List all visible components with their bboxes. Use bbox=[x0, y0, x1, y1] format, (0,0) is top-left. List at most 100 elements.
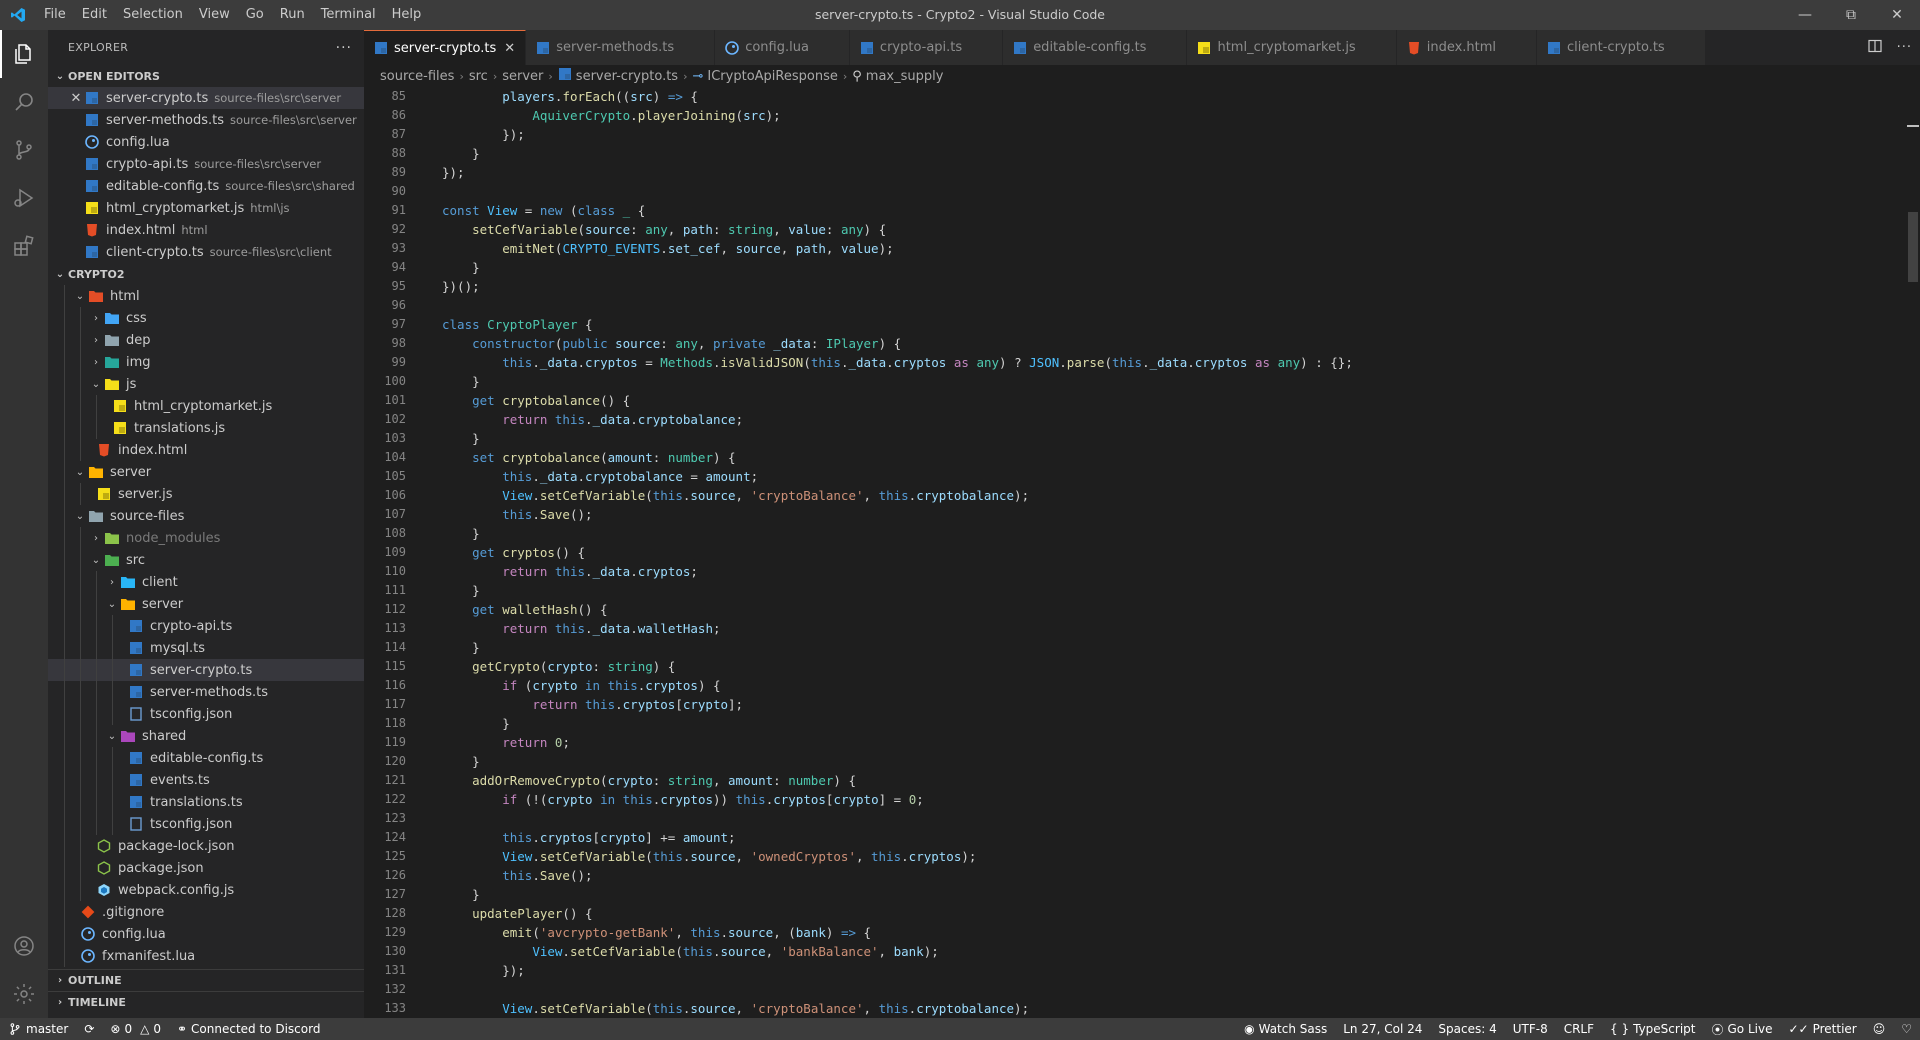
tab-crypto-api-ts[interactable]: crypto-api.ts bbox=[849, 30, 1004, 65]
problems-indicator[interactable]: ⊗ 0 △ 0 bbox=[102, 1018, 169, 1040]
extensions-icon[interactable] bbox=[0, 222, 48, 270]
open-editors-section-header[interactable]: ⌄ OPEN EDITORS bbox=[48, 65, 364, 87]
settings-gear-icon[interactable] bbox=[0, 970, 48, 1018]
sync-button[interactable]: ⟳ bbox=[76, 1018, 102, 1040]
breadcrumb-item[interactable]: server-crypto.ts bbox=[558, 67, 678, 85]
open-editor-item[interactable]: index.html html bbox=[48, 219, 364, 241]
explorer-icon[interactable] bbox=[0, 30, 48, 78]
menu-terminal[interactable]: Terminal bbox=[313, 0, 384, 30]
activity-bar bbox=[0, 30, 48, 1018]
file-item[interactable]: tsconfig.json bbox=[48, 813, 364, 835]
file-item[interactable]: package-lock.json bbox=[48, 835, 364, 857]
open-editor-item[interactable]: html_cryptomarket.js html\js bbox=[48, 197, 364, 219]
file-item[interactable]: config.lua bbox=[48, 923, 364, 945]
file-item[interactable]: events.ts bbox=[48, 769, 364, 791]
breadcrumb-item[interactable]: server bbox=[502, 69, 543, 84]
folder-item[interactable]: ⌄ src bbox=[48, 549, 364, 571]
line-ending[interactable]: CRLF bbox=[1556, 1018, 1602, 1040]
file-item[interactable]: package.json bbox=[48, 857, 364, 879]
account-icon[interactable] bbox=[0, 922, 48, 970]
tab-server-methods-ts[interactable]: server-methods.ts bbox=[526, 30, 716, 65]
code-editor[interactable]: 85 players.forEach((src) => {86 AquiverC… bbox=[364, 87, 1904, 1018]
file-item[interactable]: tsconfig.json bbox=[48, 703, 364, 725]
folder-item[interactable]: ⌄ html bbox=[48, 285, 364, 307]
watch-sass-button[interactable]: ◉ Watch Sass bbox=[1236, 1018, 1335, 1040]
breadcrumb-item[interactable]: ⊸ ICryptoApiResponse bbox=[692, 69, 837, 84]
folder-item[interactable]: › client bbox=[48, 571, 364, 593]
indentation[interactable]: Spaces: 4 bbox=[1430, 1018, 1504, 1040]
file-item[interactable]: index.html bbox=[48, 439, 364, 461]
file-item[interactable]: fxmanifest.lua bbox=[48, 945, 364, 967]
file-item[interactable]: editable-config.ts bbox=[48, 747, 364, 769]
menu-view[interactable]: View bbox=[191, 0, 238, 30]
menu-go[interactable]: Go bbox=[238, 0, 272, 30]
file-item[interactable]: translations.js bbox=[48, 417, 364, 439]
project-section-header[interactable]: ⌄ CRYPTO2 bbox=[48, 263, 364, 285]
menu-edit[interactable]: Edit bbox=[74, 0, 115, 30]
folder-item[interactable]: › css bbox=[48, 307, 364, 329]
file-item[interactable]: .gitignore bbox=[48, 901, 364, 923]
close-tab-icon[interactable]: ✕ bbox=[504, 41, 515, 56]
menu-help[interactable]: Help bbox=[384, 0, 430, 30]
tab-html-cryptomarket-js[interactable]: html_cryptomarket.js bbox=[1187, 30, 1397, 65]
search-icon[interactable] bbox=[0, 78, 48, 126]
tab-server-crypto-ts[interactable]: server-crypto.ts ✕ bbox=[364, 30, 527, 65]
minimize-button[interactable]: — bbox=[1782, 0, 1828, 30]
language-mode[interactable]: { } TypeScript bbox=[1602, 1018, 1703, 1040]
folder-item[interactable]: › dep bbox=[48, 329, 364, 351]
file-item[interactable]: webpack.config.js bbox=[48, 879, 364, 901]
discord-status[interactable]: ⚭ Connected to Discord bbox=[169, 1018, 328, 1040]
source-control-icon[interactable] bbox=[0, 126, 48, 174]
open-editor-item[interactable]: editable-config.ts source-files\src\share… bbox=[48, 175, 364, 197]
menu-run[interactable]: Run bbox=[272, 0, 313, 30]
go-live-button[interactable]: ⦿ Go Live bbox=[1703, 1018, 1780, 1040]
file-item[interactable]: crypto-api.ts bbox=[48, 615, 364, 637]
open-editor-item[interactable]: ✕ server-crypto.ts source-files\src\server bbox=[48, 87, 364, 109]
branch-indicator[interactable]: master bbox=[0, 1018, 76, 1040]
breadcrumb-item[interactable]: source-files bbox=[380, 69, 454, 84]
file-item[interactable]: server-crypto.ts bbox=[48, 659, 364, 681]
folder-item[interactable]: › img bbox=[48, 351, 364, 373]
cursor-position[interactable]: Ln 27, Col 24 bbox=[1335, 1018, 1430, 1040]
tab-client-crypto-ts[interactable]: client-crypto.ts bbox=[1537, 30, 1706, 65]
menu-file[interactable]: File bbox=[36, 0, 74, 30]
folder-item[interactable]: ⌄ server bbox=[48, 461, 364, 483]
file-item[interactable]: translations.ts bbox=[48, 791, 364, 813]
split-editor-icon[interactable] bbox=[1867, 38, 1883, 58]
notifications-button[interactable]: ♡ bbox=[1893, 1018, 1920, 1040]
menu-selection[interactable]: Selection bbox=[115, 0, 191, 30]
editor-scrollbar[interactable] bbox=[1906, 87, 1920, 1018]
more-actions-icon[interactable]: ··· bbox=[336, 40, 352, 56]
restore-button[interactable]: ⧉ bbox=[1828, 0, 1874, 30]
tab-editable-config-ts[interactable]: editable-config.ts bbox=[1003, 30, 1188, 65]
breadcrumb-item[interactable]: ⚲ max_supply bbox=[852, 69, 943, 84]
tab-index-html[interactable]: index.html bbox=[1396, 30, 1538, 65]
more-editor-actions-icon[interactable]: ··· bbox=[1897, 40, 1912, 55]
folder-item[interactable]: ⌄ shared bbox=[48, 725, 364, 747]
file-item[interactable]: server.js bbox=[48, 483, 364, 505]
prettier-status[interactable]: ✓✓ Prettier bbox=[1780, 1018, 1864, 1040]
file-item[interactable]: mysql.ts bbox=[48, 637, 364, 659]
open-editor-item[interactable]: client-crypto.ts source-files\src\client bbox=[48, 241, 364, 263]
folder-item[interactable]: ⌄ server bbox=[48, 593, 364, 615]
run-debug-icon[interactable] bbox=[0, 174, 48, 222]
code-line: 109 get cryptos() { bbox=[364, 543, 1904, 562]
scrollbar-thumb[interactable] bbox=[1908, 212, 1918, 282]
folder-item[interactable]: ⌄ source-files bbox=[48, 505, 364, 527]
file-item[interactable]: server-methods.ts bbox=[48, 681, 364, 703]
outline-section-header[interactable]: › OUTLINE bbox=[48, 969, 364, 991]
tab-config-lua[interactable]: config.lua bbox=[715, 30, 850, 65]
open-editor-item[interactable]: config.lua bbox=[48, 131, 364, 153]
folder-item[interactable]: ⌄ js bbox=[48, 373, 364, 395]
timeline-section-header[interactable]: › TIMELINE bbox=[48, 991, 364, 1013]
encoding[interactable]: UTF-8 bbox=[1505, 1018, 1556, 1040]
folder-item[interactable]: › node_modules bbox=[48, 527, 364, 549]
open-editor-item[interactable]: server-methods.ts source-files\src\server bbox=[48, 109, 364, 131]
feedback-button[interactable]: ☺ bbox=[1865, 1018, 1894, 1040]
breadcrumb-item[interactable]: src bbox=[469, 69, 488, 84]
line-content: updatePlayer() { bbox=[472, 906, 593, 921]
file-item[interactable]: html_cryptomarket.js bbox=[48, 395, 364, 417]
close-icon[interactable]: ✕ bbox=[68, 91, 84, 106]
open-editor-item[interactable]: crypto-api.ts source-files\src\server bbox=[48, 153, 364, 175]
close-window-button[interactable]: ✕ bbox=[1874, 0, 1920, 30]
